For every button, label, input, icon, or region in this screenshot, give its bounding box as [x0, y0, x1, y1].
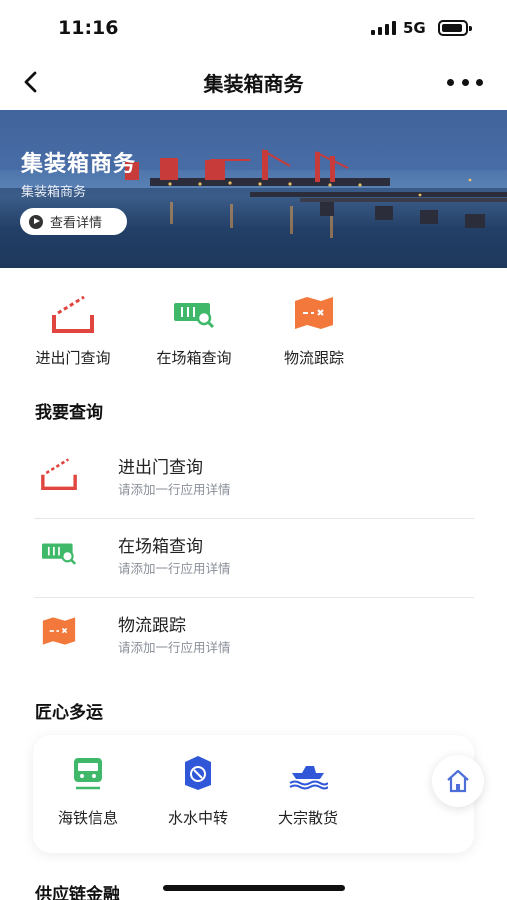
map-tracking-icon	[42, 617, 76, 645]
card-item-bulk-cargo[interactable]: 大宗散货	[253, 755, 363, 828]
list-item-desc: 请添加一行应用详情	[118, 482, 231, 497]
card-item-sea-rail[interactable]: 海铁信息	[33, 755, 143, 828]
list-item-desc: 请添加一行应用详情	[118, 561, 231, 576]
list-item-title: 进出门查询	[118, 458, 203, 478]
ship-icon	[289, 766, 329, 790]
list-item-title: 物流跟踪	[118, 616, 186, 636]
section-title-finance: 供应链金融	[35, 885, 120, 900]
banner-subtitle: 集装箱商务	[21, 185, 87, 200]
container-search-icon	[42, 543, 77, 565]
section-title-query: 我要查询	[35, 403, 103, 423]
card-item-water-transfer[interactable]: 水水中转	[143, 755, 253, 828]
banner-title: 集装箱商务	[21, 152, 137, 177]
list-item-logistics[interactable]: 物流跟踪 请添加一行应用详情	[34, 600, 474, 678]
card-item-label: 大宗散货	[277, 809, 338, 827]
home-button[interactable]	[432, 755, 484, 807]
gate-barrier-icon	[41, 458, 77, 490]
battery-icon	[438, 20, 472, 36]
list-item-gate-query[interactable]: 进出门查询 请添加一行应用详情	[34, 442, 474, 520]
quick-action-container-query[interactable]: 在场箱查询	[139, 293, 249, 368]
nav-bar: 集装箱商务	[0, 56, 507, 108]
network-type: 5G	[403, 19, 426, 37]
signal-icon	[371, 21, 397, 35]
card-item-label: 水水中转	[167, 809, 228, 827]
section-title-multimodal: 匠心多运	[35, 703, 103, 723]
divider	[34, 518, 474, 519]
more-dots-icon	[447, 78, 454, 86]
hero-banner[interactable]: 集装箱商务 集装箱商务 查看详情	[0, 110, 507, 268]
map-tracking-icon	[295, 297, 333, 329]
list-item-title: 在场箱查询	[118, 537, 203, 557]
multimodal-card: 海铁信息 水水中转 大宗散货	[33, 735, 474, 853]
view-details-button[interactable]: 查看详情	[20, 208, 127, 235]
quick-action-label: 在场箱查询	[156, 349, 232, 367]
divider	[34, 597, 474, 598]
container-search-icon	[174, 303, 215, 329]
play-icon	[29, 214, 43, 229]
home-indicator	[163, 885, 345, 891]
list-item-container-query[interactable]: 在场箱查询 请添加一行应用详情	[34, 521, 474, 599]
quick-actions: 进出门查询 在场箱查询 物流跟踪	[0, 293, 507, 373]
train-icon	[74, 758, 102, 790]
quick-action-gate-query[interactable]: 进出门查询	[18, 293, 128, 368]
status-bar: 11:16 5G	[0, 0, 507, 56]
quick-action-label: 物流跟踪	[283, 349, 344, 367]
home-icon	[447, 769, 469, 793]
transfer-badge-icon	[185, 756, 211, 790]
quick-action-label: 进出门查询	[35, 349, 111, 367]
quick-action-logistics[interactable]: 物流跟踪	[259, 293, 369, 368]
gate-barrier-icon	[52, 295, 94, 333]
status-time: 11:16	[58, 17, 119, 39]
more-button[interactable]	[447, 72, 483, 92]
view-details-label: 查看详情	[50, 216, 103, 231]
list-item-desc: 请添加一行应用详情	[118, 640, 231, 655]
page-title: 集装箱商务	[203, 72, 304, 96]
card-item-label: 海铁信息	[57, 809, 118, 827]
